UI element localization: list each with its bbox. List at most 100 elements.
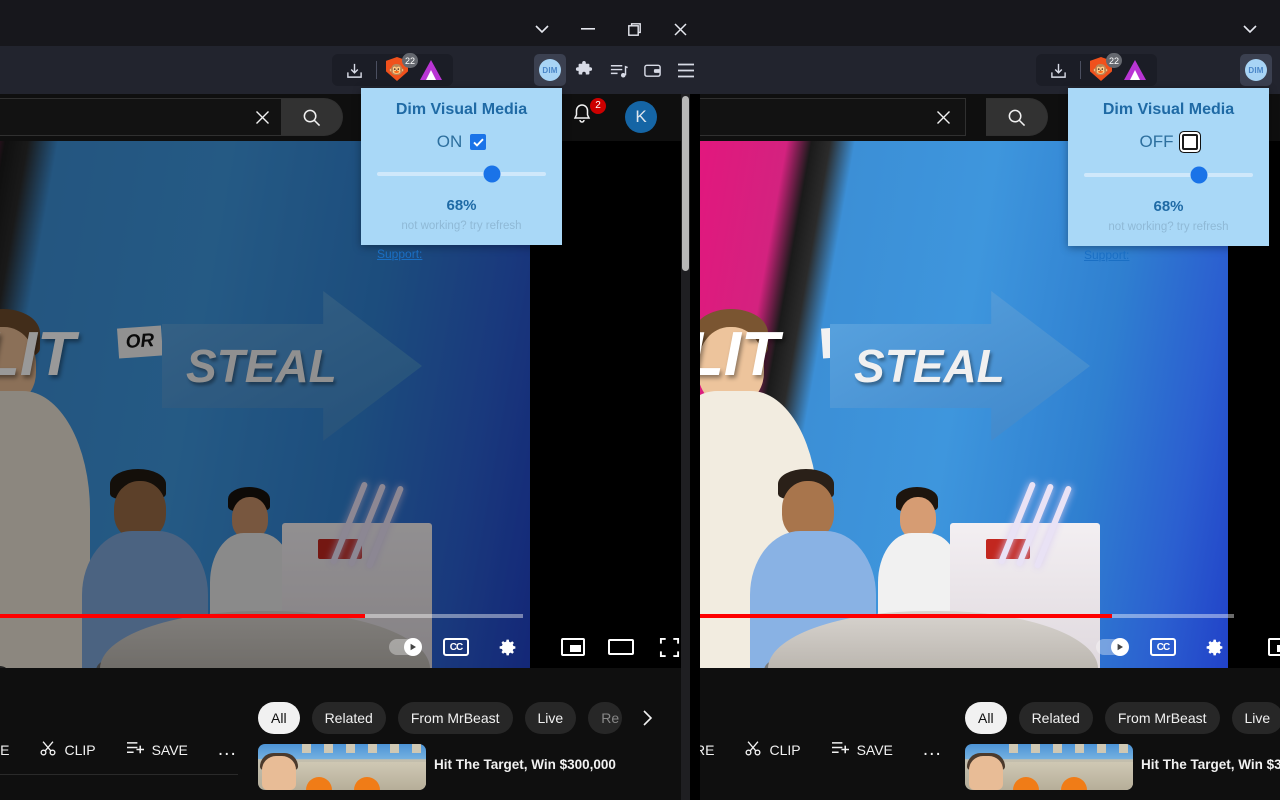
chip-live-right[interactable]: Live xyxy=(1231,702,1280,734)
filter-chips-left: All Related From MrBeast Live Re xyxy=(258,702,660,734)
chip-live-left[interactable]: Live xyxy=(524,702,577,734)
dim-support-link-left[interactable]: Support: xyxy=(377,247,422,261)
brave-rewards-icon[interactable] xyxy=(417,56,445,84)
dim-slider-knob-left[interactable] xyxy=(483,165,501,183)
progress-bar-left[interactable] xyxy=(0,614,688,618)
subtitles-button-left[interactable]: CC xyxy=(436,627,476,667)
video-player-left[interactable]: LIT OR STEAL CC xyxy=(0,141,688,668)
dim-state-label-left: ON xyxy=(436,132,463,151)
video-text-lit-left: LIT xyxy=(0,320,75,389)
search-input-right[interactable] xyxy=(700,98,966,136)
video-text-lit-right: LIT xyxy=(700,320,779,389)
extensions-row-right: DIM xyxy=(1240,54,1272,86)
toolbar-group-left: 🐵 22 xyxy=(332,53,453,86)
suggested-video-title-left: Hit The Target, Win $300,000 xyxy=(434,757,616,772)
maximize-button[interactable] xyxy=(621,18,647,40)
filter-chips-right: All Related From MrBeast Live xyxy=(965,702,1280,734)
youtube-header-left: 2 K xyxy=(0,94,690,148)
extensions-row-left: DIM xyxy=(534,54,702,86)
dim-percent-right: 68% xyxy=(1153,198,1184,215)
autoplay-toggle-right[interactable] xyxy=(1092,627,1132,667)
miniplayer-icon-right[interactable] xyxy=(1260,627,1280,667)
dim-extension-icon[interactable]: DIM xyxy=(534,54,566,86)
clip-button-left[interactable]: CLIP xyxy=(39,739,96,760)
search-button-right[interactable] xyxy=(986,98,1048,136)
video-text-or-left: OR xyxy=(117,325,163,359)
download-icon-right[interactable] xyxy=(1044,56,1072,84)
dim-checkbox-left[interactable] xyxy=(470,134,487,150)
save-playlist-icon-right xyxy=(831,740,850,760)
chips-next-button-left[interactable] xyxy=(634,705,660,731)
share-button-right[interactable]: RE xyxy=(700,742,714,758)
dim-slider-right[interactable] xyxy=(1084,166,1253,184)
more-options-button-right[interactable]: ... xyxy=(923,739,942,759)
dim-popup-right[interactable]: Dim Visual Media OFF 68% not working? tr… xyxy=(1068,88,1269,262)
notifications-button-left[interactable]: 2 xyxy=(570,98,606,132)
wallet-icon[interactable] xyxy=(636,54,668,86)
dim-toggle-row-left[interactable]: ON xyxy=(377,132,546,152)
subtitles-button-right[interactable]: CC xyxy=(1143,627,1183,667)
toolbar-divider xyxy=(376,61,377,79)
search-clear-icon[interactable] xyxy=(255,110,270,125)
suggested-video-title-right: Hit The Target, Win $3 xyxy=(1141,757,1280,772)
dim-state-label-right: OFF xyxy=(1139,132,1174,151)
minimize-button[interactable] xyxy=(575,18,601,40)
scrollbar-thumb-left[interactable] xyxy=(682,96,689,271)
video-actions-right: RE CLIP SAVE ... xyxy=(700,739,942,760)
avatar-left[interactable]: K xyxy=(625,101,657,133)
close-button[interactable] xyxy=(667,18,693,40)
clip-button-right[interactable]: CLIP xyxy=(744,739,801,760)
dim-slider-left[interactable] xyxy=(377,165,546,183)
dim-support-link-right[interactable]: Support: xyxy=(1084,248,1129,262)
notifications-badge-left: 2 xyxy=(590,98,606,114)
chip-related-right[interactable]: Related xyxy=(1018,702,1093,734)
dim-hint-right: not working? try refresh xyxy=(1108,221,1229,233)
brave-rewards-icon-right[interactable] xyxy=(1121,56,1149,84)
brave-shields-icon-right[interactable]: 🐵 22 xyxy=(1089,53,1122,84)
screen-root: 🐵 22 DIM 🐵 22 DIM 2 K IT OR STEAL CC E C… xyxy=(0,0,1280,800)
hamburger-menu-icon[interactable] xyxy=(670,54,702,86)
chip-from-mrbeast-left[interactable]: From MrBeast xyxy=(397,702,513,734)
dim-checkbox-right[interactable] xyxy=(1179,132,1200,152)
shield-badge-count-right: 22 xyxy=(1105,53,1122,68)
dim-popup-title-left: Dim Visual Media xyxy=(395,101,528,118)
search-clear-icon-right[interactable] xyxy=(936,110,951,125)
suggested-video-left[interactable]: Hit The Target, Win $300,000 xyxy=(258,744,616,790)
share-button-left[interactable]: RE xyxy=(0,742,9,758)
brave-shields-icon[interactable]: 🐵 22 xyxy=(385,53,418,84)
suggested-video-right[interactable]: Hit The Target, Win $3 xyxy=(965,744,1280,790)
chip-recent-left[interactable]: Re xyxy=(588,702,623,734)
settings-gear-icon-left[interactable] xyxy=(487,627,527,667)
chip-from-mrbeast-right[interactable]: From MrBeast xyxy=(1104,702,1220,734)
browser-viewport-left: 2 K IT OR STEAL CC E CLIP SAVE ... All R… xyxy=(0,94,690,800)
more-options-button-left[interactable]: ... xyxy=(218,739,237,759)
video-text-steal-left: STEAL xyxy=(186,340,337,392)
suggested-video-thumbnail-left xyxy=(258,744,426,790)
puzzle-piece-icon[interactable] xyxy=(568,54,600,86)
chip-all-right[interactable]: All xyxy=(965,702,1007,734)
playlist-icon[interactable] xyxy=(602,54,634,86)
save-button-left[interactable]: SAVE xyxy=(126,740,188,760)
scissors-icon xyxy=(39,739,57,760)
dim-slider-knob-right[interactable] xyxy=(1190,166,1208,184)
search-input-left[interactable] xyxy=(0,98,285,136)
download-icon[interactable] xyxy=(340,56,368,84)
autoplay-toggle-left[interactable] xyxy=(385,627,425,667)
chip-all-left[interactable]: All xyxy=(258,702,300,734)
chip-related-left[interactable]: Related xyxy=(311,702,386,734)
page-scrollbar-left[interactable] xyxy=(681,94,690,800)
dim-percent-left: 68% xyxy=(446,197,477,214)
tab-search-button[interactable] xyxy=(529,18,555,40)
dim-extension-icon-right[interactable]: DIM xyxy=(1240,54,1272,86)
dim-popup-left[interactable]: Dim Visual Media ON 68% not working? try… xyxy=(361,88,562,261)
settings-gear-icon-right[interactable] xyxy=(1194,627,1234,667)
suggested-video-thumbnail-right xyxy=(965,744,1133,790)
toolbar-group-right: 🐵 22 xyxy=(1036,53,1157,86)
tab-search-button-right[interactable] xyxy=(1237,18,1263,40)
search-button-left[interactable] xyxy=(281,98,343,136)
progress-bar-right[interactable] xyxy=(700,614,1280,618)
theater-mode-icon-left[interactable] xyxy=(601,627,641,667)
save-button-right[interactable]: SAVE xyxy=(831,740,893,760)
dim-toggle-row-right[interactable]: OFF xyxy=(1084,132,1253,152)
miniplayer-icon-left[interactable] xyxy=(553,627,593,667)
